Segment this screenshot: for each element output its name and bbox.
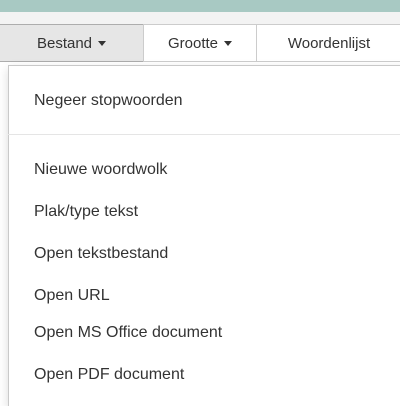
- top-strip: [0, 0, 400, 12]
- bestand-dropdown-menu: [8, 65, 400, 406]
- tab-bestand[interactable]: Bestand: [0, 24, 144, 62]
- menu-item-open-ms-office-document[interactable]: Open MS Office document: [34, 322, 222, 344]
- caret-down-icon: [98, 40, 107, 46]
- tab-woordenlijst[interactable]: Woordenlijst: [256, 24, 400, 62]
- menu-divider: [8, 134, 400, 135]
- menu-item-nieuwe-woordwolk[interactable]: Nieuwe woordwolk: [34, 159, 167, 181]
- caret-down-icon: [224, 40, 233, 46]
- menu-item-plak-type-tekst[interactable]: Plak/type tekst: [34, 201, 138, 223]
- tab-grootte[interactable]: Grootte: [143, 24, 257, 62]
- tab-bestand-label: Bestand: [36, 34, 93, 52]
- menu-tabs: Bestand Grootte Woordenlijst: [0, 24, 400, 62]
- menu-item-open-url[interactable]: Open URL: [34, 285, 110, 307]
- menu-item-open-tekstbestand[interactable]: Open tekstbestand: [34, 243, 168, 265]
- tab-grootte-label: Grootte: [167, 34, 219, 52]
- tab-woordenlijst-label: Woordenlijst: [287, 34, 371, 52]
- menu-item-negeer-stopwoorden[interactable]: Negeer stopwoorden: [34, 90, 183, 112]
- menu-item-open-pdf-document[interactable]: Open PDF document: [34, 364, 184, 386]
